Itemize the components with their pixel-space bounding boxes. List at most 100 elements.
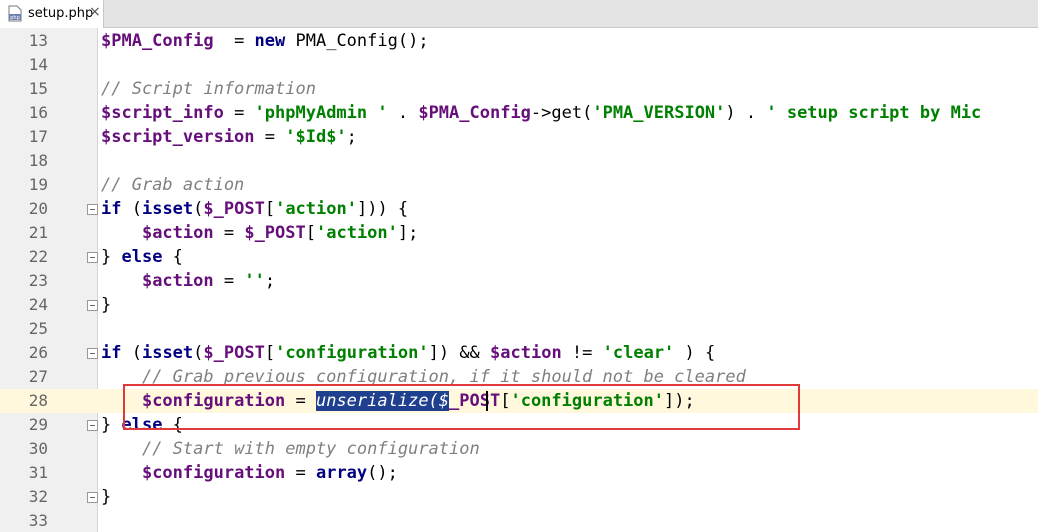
code-text: $PMA_Config = new PMA_Config(); [101, 31, 429, 51]
code-token: // Start with empty configuration [141, 439, 480, 459]
line-number: 22 [28, 247, 48, 266]
editor-tab-bar: php setup.php × [0, 0, 1038, 28]
code-line[interactable]: 21 $action = $_POST['action']; [0, 221, 1038, 245]
code-token: } [101, 415, 122, 435]
code-token: = [213, 271, 245, 291]
code-token: ( [121, 199, 142, 219]
code-text: // Grab previous configuration, if it sh… [101, 367, 746, 387]
code-token: != [561, 343, 603, 363]
code-token: ( [193, 199, 204, 219]
fold-toggle-icon[interactable] [87, 300, 98, 311]
line-number: 21 [28, 223, 48, 242]
code-line[interactable]: 28 $configuration = unserialize($_POST['… [0, 389, 1038, 413]
code-text: } else { [101, 247, 183, 267]
fold-toggle-icon[interactable] [87, 252, 98, 263]
code-line[interactable]: 13 $PMA_Config = new PMA_Config(); [0, 29, 1038, 53]
code-line[interactable]: 18 [0, 149, 1038, 173]
line-number: 30 [28, 439, 48, 458]
code-token: // Grab previous configuration, if it sh… [141, 367, 746, 387]
code-token: ) { [674, 343, 716, 363]
line-number: 28 [28, 391, 48, 410]
code-token: ->get( [530, 103, 593, 123]
line-number: 14 [28, 55, 48, 74]
code-line[interactable]: 27 // Grab previous configuration, if it… [0, 365, 1038, 389]
code-token: // Script information [101, 79, 316, 99]
line-number: 29 [28, 415, 48, 434]
fold-toggle-icon[interactable] [87, 492, 98, 503]
code-token: ( [193, 343, 204, 363]
code-line[interactable]: 17 $script_version = '$Id$'; [0, 125, 1038, 149]
code-line[interactable]: 30 // Start with empty configuration [0, 437, 1038, 461]
code-line[interactable]: 19 // Grab action [0, 173, 1038, 197]
code-line[interactable]: 25 [0, 317, 1038, 341]
code-line[interactable]: 20 if (isset($_POST['action'])) { [0, 197, 1038, 221]
code-line[interactable]: 29} else { [0, 413, 1038, 437]
code-token: $_POST [203, 343, 265, 363]
code-token: '' [244, 271, 265, 291]
code-line[interactable]: 33 [0, 509, 1038, 532]
code-token: 'PMA_VERSION' [592, 103, 726, 123]
code-token: ]); [664, 391, 695, 411]
selected-text: unserialize($ [315, 391, 450, 411]
code-editor[interactable]: 13 $PMA_Config = new PMA_Config(); 14 15 // … [0, 28, 1038, 532]
code-token: // Grab action [101, 175, 245, 195]
line-number: 17 [28, 127, 48, 146]
code-token: $script_info [101, 103, 224, 123]
code-token: ])) { [356, 199, 409, 219]
code-token: } [101, 295, 112, 315]
code-text: // Start with empty configuration [101, 439, 480, 459]
code-token: { [162, 247, 183, 267]
code-token: $script_version [101, 127, 255, 147]
fold-toggle-icon[interactable] [87, 204, 98, 215]
code-text: if (isset($_POST['action'])) { [101, 199, 408, 219]
code-line[interactable]: 24} [0, 293, 1038, 317]
svg-text:php: php [10, 15, 20, 21]
code-text: $script_version = '$Id$'; [101, 127, 357, 147]
code-token: $action [490, 343, 562, 363]
code-text: $script_info = 'phpMyAdmin ' . $PMA_Conf… [101, 103, 981, 123]
code-token: new [254, 31, 286, 51]
code-token: } [101, 487, 112, 507]
code-line[interactable]: 26 if (isset($_POST['configuration']) && … [0, 341, 1038, 365]
close-icon[interactable]: × [89, 4, 101, 20]
code-token: PMA_Config(); [285, 31, 429, 51]
code-line[interactable]: 14 [0, 53, 1038, 77]
fold-toggle-icon[interactable] [87, 420, 98, 431]
code-token: = [285, 463, 316, 483]
code-token: ) . [725, 103, 767, 123]
code-line[interactable]: 23 $action = ''; [0, 269, 1038, 293]
code-token: (); [367, 463, 398, 483]
code-line[interactable]: 15 // Script information [0, 77, 1038, 101]
code-line[interactable]: 22 } else { [0, 245, 1038, 269]
code-token: else [121, 247, 163, 267]
code-token: $_POST [244, 223, 306, 243]
code-token: 'configuration' [275, 343, 429, 363]
fold-toggle-icon[interactable] [87, 348, 98, 359]
code-token: . [387, 103, 419, 123]
code-token: $action [141, 271, 214, 291]
code-token: ; [346, 127, 357, 147]
code-line[interactable]: 32} [0, 485, 1038, 509]
line-number: 25 [28, 319, 48, 338]
code-token: if [101, 199, 122, 219]
code-line[interactable]: 16 $script_info = 'phpMyAdmin ' . $PMA_Co… [0, 101, 1038, 125]
code-text: } [101, 487, 111, 507]
code-token: $PMA_Config [418, 103, 531, 123]
code-token: [ [264, 343, 276, 363]
code-token: ]) && [428, 343, 491, 363]
code-token: ]; [397, 223, 419, 243]
line-number: 19 [28, 175, 48, 194]
line-number: 24 [28, 295, 48, 314]
code-text: $action = ''; [101, 271, 275, 291]
code-text: // Script information [101, 79, 316, 99]
code-token: ' setup script by Mic [766, 103, 982, 123]
code-text: // Grab action [101, 175, 244, 195]
text-caret [486, 391, 488, 411]
tab-setup-php[interactable]: php setup.php × [0, 0, 104, 28]
code-line[interactable]: 31 $configuration = array(); [0, 461, 1038, 485]
code-token: 'configuration' [510, 391, 664, 411]
line-number: 15 [28, 79, 48, 98]
